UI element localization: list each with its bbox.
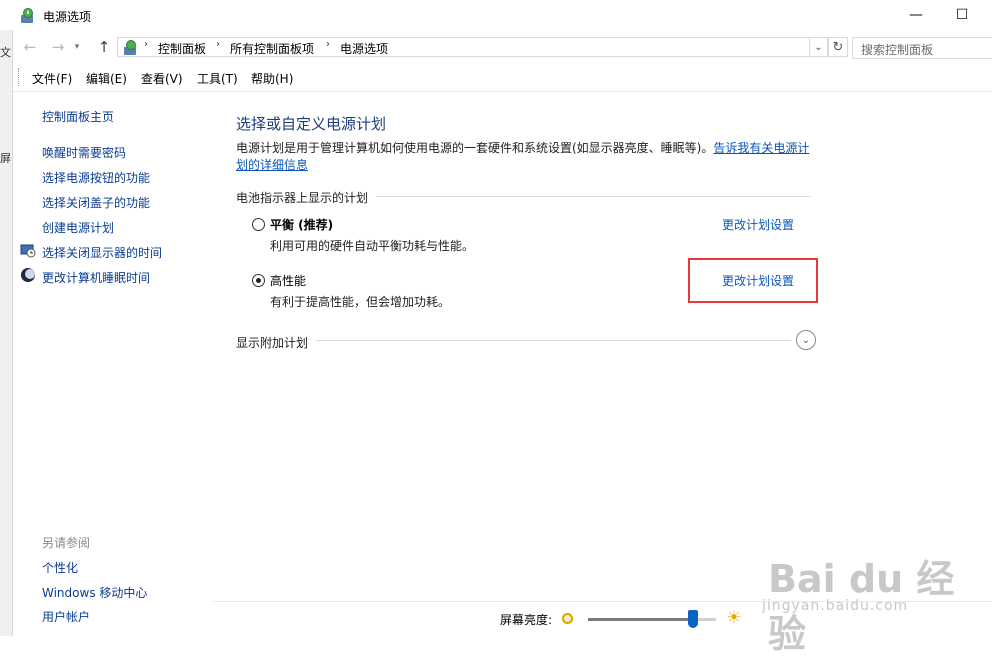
chevron-down-icon: ⌄	[801, 334, 811, 346]
sidebar-item-wake-password[interactable]: 唤醒时需要密码	[42, 144, 126, 161]
plan-balanced-name[interactable]: 平衡 (推荐)	[270, 216, 333, 233]
maximize-icon: ☐	[955, 7, 969, 23]
sidebar-item-display-off[interactable]: 选择关闭显示器的时间	[42, 244, 162, 261]
arrow-up-icon: ↑	[97, 38, 111, 56]
control-panel-icon	[124, 40, 136, 55]
brightness-low-icon	[562, 613, 573, 624]
search-placeholder: 搜索控制面板	[861, 43, 934, 57]
forward-button[interactable]: →	[47, 36, 69, 58]
breadcrumb-separator: ›	[216, 39, 220, 50]
up-button[interactable]: ↑	[93, 36, 115, 58]
brightness-label: 屏幕亮度:	[500, 613, 553, 627]
see-also-mobility-center[interactable]: Windows 移动中心	[42, 584, 147, 601]
menu-tools[interactable]: 工具(T)	[197, 70, 238, 87]
background-fragment: 文	[0, 46, 11, 59]
breadcrumb-control-panel[interactable]: 控制面板	[158, 40, 206, 57]
arrow-left-icon: ←	[23, 38, 37, 56]
brightness-slider-thumb[interactable]	[687, 610, 698, 628]
plan-high-performance-name[interactable]: 高性能	[270, 272, 306, 289]
refresh-icon: ↻	[832, 39, 844, 55]
highlight-annotation	[688, 258, 818, 303]
description-text: 电源计划是用于管理计算机如何使用电源的一套硬件和系统设置(如显示器亮度、睡眠等)…	[236, 141, 714, 155]
title-bar[interactable]: 电源选项 — ☐	[13, 0, 992, 32]
background-window-strip: 文 屏	[0, 30, 13, 636]
sidebar-item-home[interactable]: 控制面板主页	[42, 108, 114, 125]
power-options-icon	[21, 8, 33, 23]
sidebar-item-power-button[interactable]: 选择电源按钮的功能	[42, 169, 150, 186]
menu-edit[interactable]: 编辑(E)	[86, 70, 127, 87]
refresh-button[interactable]: ↻	[828, 37, 848, 57]
minimize-button[interactable]: —	[893, 0, 939, 30]
sidebar-item-create-plan[interactable]: 创建电源计划	[42, 219, 114, 236]
menu-help[interactable]: 帮助(H)	[251, 70, 293, 87]
window-title: 电源选项	[43, 10, 92, 24]
arrow-right-icon: →	[51, 38, 65, 56]
menu-view[interactable]: 查看(V)	[141, 70, 183, 87]
back-button[interactable]: ←	[19, 36, 41, 58]
expand-more-plans-button[interactable]: ⌄	[796, 330, 816, 350]
brightness-high-icon: ☀	[726, 608, 742, 628]
display-clock-icon	[20, 244, 36, 258]
menu-bar: 文件(F) 编辑(E) 查看(V) 工具(T) 帮助(H)	[13, 62, 992, 92]
address-bar[interactable]: › 控制面板 › 所有控制面板项 › 电源选项	[117, 37, 810, 57]
breadcrumb-all-items[interactable]: 所有控制面板项	[230, 40, 314, 57]
show-more-plans-label[interactable]: 显示附加计划	[236, 334, 315, 351]
chevron-down-icon: ▾	[74, 42, 80, 52]
plans-group-header: 电池指示器上显示的计划	[236, 189, 375, 206]
recent-locations-button[interactable]: ▾	[69, 36, 85, 58]
see-also-personalization[interactable]: 个性化	[42, 559, 78, 576]
see-also-user-accounts[interactable]: 用户帐户	[42, 608, 90, 625]
breadcrumb-separator: ›	[144, 39, 148, 50]
address-row: ← → ▾ ↑ › 控制面板 › 所有控制面板项 › 电源选项 ⌄ ↻ 搜索控制…	[13, 32, 992, 62]
group-divider	[376, 196, 811, 197]
plan-balanced-radio[interactable]	[252, 218, 265, 231]
menu-file[interactable]: 文件(F)	[32, 70, 72, 87]
breadcrumb-power-options[interactable]: 电源选项	[340, 40, 388, 57]
plan-balanced-desc: 利用可用的硬件自动平衡功耗与性能。	[270, 239, 475, 253]
see-also-title: 另请参阅	[42, 536, 91, 550]
search-input[interactable]: 搜索控制面板	[852, 37, 992, 59]
breadcrumb-separator: ›	[326, 39, 330, 50]
plan-high-performance-desc: 有利于提高性能，但会增加功耗。	[270, 295, 451, 309]
watermark-url: jingyan.baidu.com	[762, 598, 909, 614]
minimize-icon: —	[909, 7, 923, 23]
plan-balanced-change-link[interactable]: 更改计划设置	[722, 216, 794, 233]
sidebar-item-sleep-time[interactable]: 更改计算机睡眠时间	[42, 269, 150, 286]
page-description: 电源计划是用于管理计算机如何使用电源的一套硬件和系统设置(如显示器亮度、睡眠等)…	[236, 140, 816, 174]
more-plans-divider	[316, 340, 791, 341]
brightness-slider-fill	[588, 618, 693, 621]
moon-sleep-icon	[21, 268, 35, 282]
sidebar-item-lid[interactable]: 选择关闭盖子的功能	[42, 194, 150, 211]
menu-grip	[18, 68, 20, 86]
plan-high-performance-radio[interactable]	[252, 274, 265, 287]
maximize-button[interactable]: ☐	[939, 0, 985, 30]
address-dropdown-button[interactable]: ⌄	[810, 37, 828, 57]
page-title: 选择或自定义电源计划	[236, 115, 387, 133]
background-fragment: 屏	[0, 152, 11, 165]
chevron-down-icon: ⌄	[814, 41, 823, 53]
